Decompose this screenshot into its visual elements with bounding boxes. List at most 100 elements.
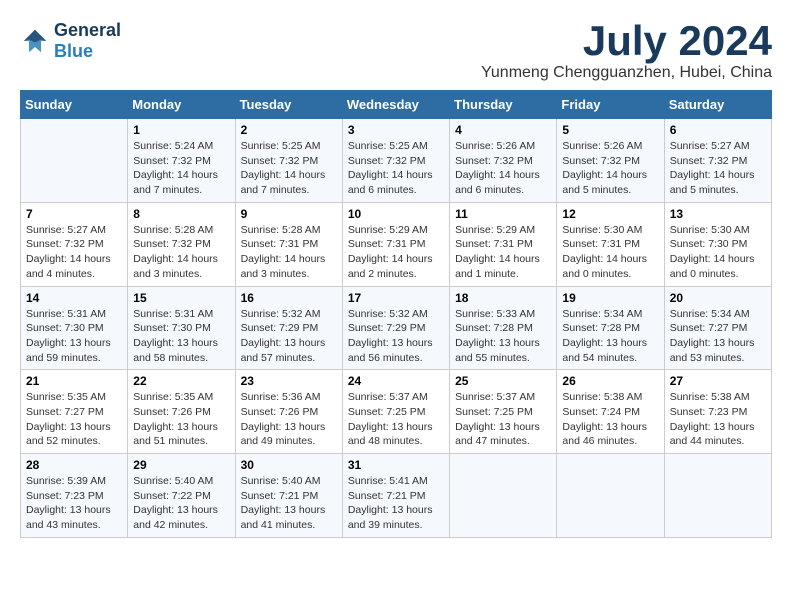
day-info: Sunrise: 5:38 AM Sunset: 7:23 PM Dayligh…: [670, 390, 766, 449]
daylight-text: Daylight: 14 hours and 1 minute.: [455, 253, 540, 280]
sunset-text: Sunset: 7:31 PM: [348, 238, 426, 250]
sunset-text: Sunset: 7:32 PM: [133, 238, 211, 250]
daylight-text: Daylight: 14 hours and 2 minutes.: [348, 253, 433, 280]
day-number: 8: [133, 207, 229, 221]
sunset-text: Sunset: 7:32 PM: [562, 155, 640, 167]
day-number: 26: [562, 374, 658, 388]
title-area: July 2024 Yunmeng Chengguanzhen, Hubei, …: [481, 20, 772, 82]
day-number: 18: [455, 291, 551, 305]
daylight-text: Daylight: 14 hours and 5 minutes.: [670, 169, 755, 196]
day-info: Sunrise: 5:38 AM Sunset: 7:24 PM Dayligh…: [562, 390, 658, 449]
day-number: 5: [562, 123, 658, 137]
calendar-day-cell: 31 Sunrise: 5:41 AM Sunset: 7:21 PM Dayl…: [342, 454, 449, 538]
day-info: Sunrise: 5:25 AM Sunset: 7:32 PM Dayligh…: [241, 139, 337, 198]
page-header: General Blue July 2024 Yunmeng Chengguan…: [20, 20, 772, 82]
day-info: Sunrise: 5:26 AM Sunset: 7:32 PM Dayligh…: [562, 139, 658, 198]
day-number: 3: [348, 123, 444, 137]
day-info: Sunrise: 5:27 AM Sunset: 7:32 PM Dayligh…: [670, 139, 766, 198]
sunrise-text: Sunrise: 5:32 AM: [348, 308, 428, 320]
calendar-day-cell: 24 Sunrise: 5:37 AM Sunset: 7:25 PM Dayl…: [342, 370, 449, 454]
day-info: Sunrise: 5:31 AM Sunset: 7:30 PM Dayligh…: [133, 307, 229, 366]
day-info: Sunrise: 5:28 AM Sunset: 7:31 PM Dayligh…: [241, 223, 337, 282]
daylight-text: Daylight: 14 hours and 5 minutes.: [562, 169, 647, 196]
day-info: Sunrise: 5:30 AM Sunset: 7:31 PM Dayligh…: [562, 223, 658, 282]
day-info: Sunrise: 5:29 AM Sunset: 7:31 PM Dayligh…: [455, 223, 551, 282]
month-title: July 2024: [481, 20, 772, 62]
day-info: Sunrise: 5:25 AM Sunset: 7:32 PM Dayligh…: [348, 139, 444, 198]
day-info: Sunrise: 5:36 AM Sunset: 7:26 PM Dayligh…: [241, 390, 337, 449]
daylight-text: Daylight: 14 hours and 0 minutes.: [562, 253, 647, 280]
calendar-week-row: 28 Sunrise: 5:39 AM Sunset: 7:23 PM Dayl…: [21, 454, 772, 538]
calendar-day-cell: 18 Sunrise: 5:33 AM Sunset: 7:28 PM Dayl…: [450, 286, 557, 370]
day-info: Sunrise: 5:30 AM Sunset: 7:30 PM Dayligh…: [670, 223, 766, 282]
calendar-day-cell: 19 Sunrise: 5:34 AM Sunset: 7:28 PM Dayl…: [557, 286, 664, 370]
sunset-text: Sunset: 7:26 PM: [241, 406, 319, 418]
calendar-day-cell: 3 Sunrise: 5:25 AM Sunset: 7:32 PM Dayli…: [342, 119, 449, 203]
sunrise-text: Sunrise: 5:31 AM: [26, 308, 106, 320]
sunset-text: Sunset: 7:21 PM: [348, 490, 426, 502]
day-number: 19: [562, 291, 658, 305]
sunset-text: Sunset: 7:32 PM: [26, 238, 104, 250]
day-info: Sunrise: 5:26 AM Sunset: 7:32 PM Dayligh…: [455, 139, 551, 198]
calendar-body: 1 Sunrise: 5:24 AM Sunset: 7:32 PM Dayli…: [21, 119, 772, 538]
daylight-text: Daylight: 13 hours and 59 minutes.: [26, 337, 111, 364]
calendar-week-row: 21 Sunrise: 5:35 AM Sunset: 7:27 PM Dayl…: [21, 370, 772, 454]
calendar-day-cell: 5 Sunrise: 5:26 AM Sunset: 7:32 PM Dayli…: [557, 119, 664, 203]
calendar-header: SundayMondayTuesdayWednesdayThursdayFrid…: [21, 91, 772, 119]
day-number: 15: [133, 291, 229, 305]
sunset-text: Sunset: 7:30 PM: [133, 322, 211, 334]
sunset-text: Sunset: 7:29 PM: [241, 322, 319, 334]
sunset-text: Sunset: 7:23 PM: [26, 490, 104, 502]
daylight-text: Daylight: 14 hours and 6 minutes.: [455, 169, 540, 196]
sunset-text: Sunset: 7:32 PM: [670, 155, 748, 167]
daylight-text: Daylight: 14 hours and 7 minutes.: [241, 169, 326, 196]
daylight-text: Daylight: 13 hours and 39 minutes.: [348, 504, 433, 531]
day-info: Sunrise: 5:35 AM Sunset: 7:27 PM Dayligh…: [26, 390, 122, 449]
daylight-text: Daylight: 13 hours and 52 minutes.: [26, 421, 111, 448]
sunset-text: Sunset: 7:22 PM: [133, 490, 211, 502]
day-info: Sunrise: 5:37 AM Sunset: 7:25 PM Dayligh…: [348, 390, 444, 449]
calendar-day-cell: 7 Sunrise: 5:27 AM Sunset: 7:32 PM Dayli…: [21, 202, 128, 286]
sunrise-text: Sunrise: 5:31 AM: [133, 308, 213, 320]
day-info: Sunrise: 5:24 AM Sunset: 7:32 PM Dayligh…: [133, 139, 229, 198]
sunset-text: Sunset: 7:32 PM: [348, 155, 426, 167]
day-number: 11: [455, 207, 551, 221]
calendar-week-row: 14 Sunrise: 5:31 AM Sunset: 7:30 PM Dayl…: [21, 286, 772, 370]
day-number: 14: [26, 291, 122, 305]
calendar-day-cell: 8 Sunrise: 5:28 AM Sunset: 7:32 PM Dayli…: [128, 202, 235, 286]
sunset-text: Sunset: 7:32 PM: [133, 155, 211, 167]
day-info: Sunrise: 5:31 AM Sunset: 7:30 PM Dayligh…: [26, 307, 122, 366]
day-number: 22: [133, 374, 229, 388]
calendar-day-cell: [664, 454, 771, 538]
day-number: 13: [670, 207, 766, 221]
calendar-day-cell: 11 Sunrise: 5:29 AM Sunset: 7:31 PM Dayl…: [450, 202, 557, 286]
calendar-day-cell: 14 Sunrise: 5:31 AM Sunset: 7:30 PM Dayl…: [21, 286, 128, 370]
daylight-text: Daylight: 13 hours and 42 minutes.: [133, 504, 218, 531]
daylight-text: Daylight: 13 hours and 51 minutes.: [133, 421, 218, 448]
day-number: 2: [241, 123, 337, 137]
sunrise-text: Sunrise: 5:39 AM: [26, 475, 106, 487]
day-number: 23: [241, 374, 337, 388]
sunset-text: Sunset: 7:27 PM: [26, 406, 104, 418]
logo-icon: [20, 26, 50, 56]
day-number: 24: [348, 374, 444, 388]
daylight-text: Daylight: 13 hours and 58 minutes.: [133, 337, 218, 364]
daylight-text: Daylight: 13 hours and 46 minutes.: [562, 421, 647, 448]
daylight-text: Daylight: 13 hours and 43 minutes.: [26, 504, 111, 531]
calendar-day-cell: 20 Sunrise: 5:34 AM Sunset: 7:27 PM Dayl…: [664, 286, 771, 370]
sunrise-text: Sunrise: 5:34 AM: [562, 308, 642, 320]
sunrise-text: Sunrise: 5:37 AM: [455, 391, 535, 403]
sunrise-text: Sunrise: 5:25 AM: [348, 140, 428, 152]
sunrise-text: Sunrise: 5:36 AM: [241, 391, 321, 403]
daylight-text: Daylight: 14 hours and 6 minutes.: [348, 169, 433, 196]
calendar-day-cell: 23 Sunrise: 5:36 AM Sunset: 7:26 PM Dayl…: [235, 370, 342, 454]
calendar-day-cell: 29 Sunrise: 5:40 AM Sunset: 7:22 PM Dayl…: [128, 454, 235, 538]
day-info: Sunrise: 5:29 AM Sunset: 7:31 PM Dayligh…: [348, 223, 444, 282]
sunset-text: Sunset: 7:32 PM: [241, 155, 319, 167]
day-number: 7: [26, 207, 122, 221]
calendar-day-cell: 15 Sunrise: 5:31 AM Sunset: 7:30 PM Dayl…: [128, 286, 235, 370]
day-info: Sunrise: 5:35 AM Sunset: 7:26 PM Dayligh…: [133, 390, 229, 449]
day-info: Sunrise: 5:40 AM Sunset: 7:21 PM Dayligh…: [241, 474, 337, 533]
sunset-text: Sunset: 7:28 PM: [562, 322, 640, 334]
day-number: 12: [562, 207, 658, 221]
